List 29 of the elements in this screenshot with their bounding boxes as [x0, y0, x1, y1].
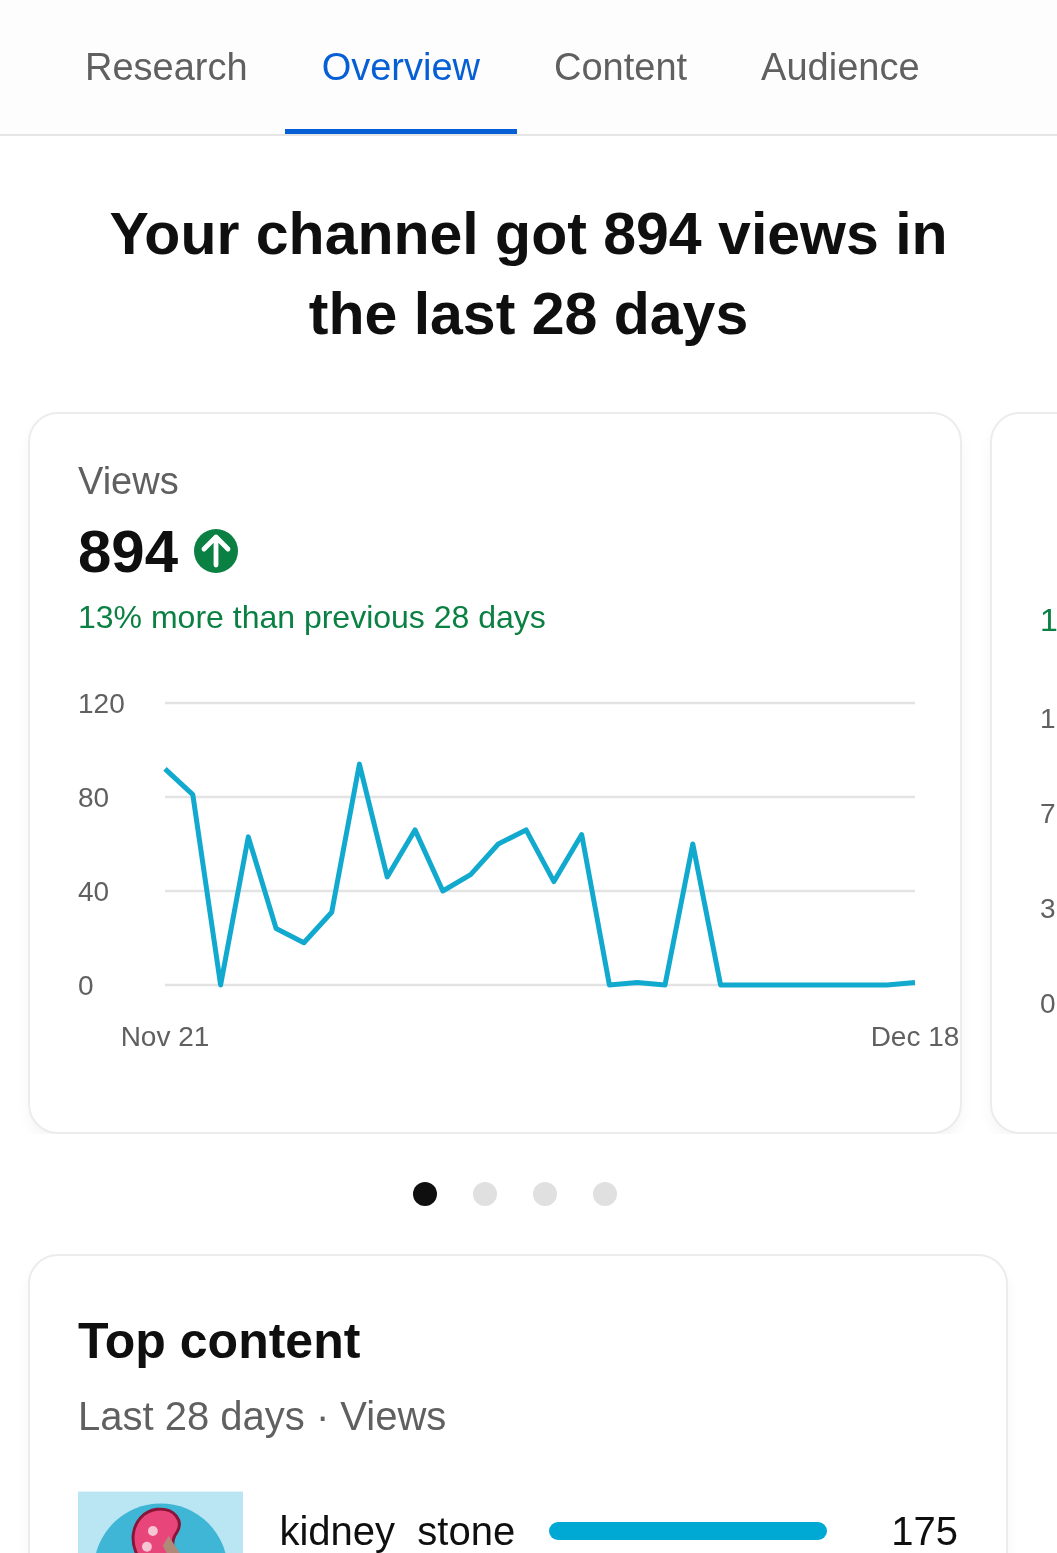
- x-axis-label: Nov 21: [120, 1021, 210, 1052]
- y-axis-label: 80: [78, 782, 110, 813]
- tab[interactable]: Research: [48, 0, 285, 134]
- tab[interactable]: Audience: [724, 0, 957, 134]
- metric-value: 894: [78, 516, 179, 586]
- tab[interactable]: Overview: [284, 0, 517, 134]
- metric-title: Views: [78, 460, 180, 503]
- tab[interactable]: Content: [517, 0, 725, 134]
- kidney-thumbnail[interactable]: [78, 1491, 244, 1553]
- metric-change: 1: [1040, 602, 1057, 639]
- carousel-dot[interactable]: [592, 1182, 617, 1206]
- carousel-dot[interactable]: [472, 1182, 497, 1206]
- views-count: 175: [891, 1511, 958, 1551]
- y-axis-label: 40: [78, 876, 110, 907]
- section-subtitle: Last 28 days · Views: [78, 1394, 448, 1439]
- carousel-dot[interactable]: [532, 1182, 557, 1206]
- y-axis-label: 1: [1040, 703, 1057, 735]
- up-arrow-circle-icon: [194, 529, 239, 573]
- y-axis-label: 120: [78, 688, 125, 719]
- page-headline: Your channel got 894 views in the last 28 days: [108, 200, 949, 349]
- y-axis-label: 7: [1040, 798, 1057, 830]
- x-axis-label: Dec 18: [870, 1021, 960, 1052]
- y-axis-label: 3: [1040, 893, 1057, 925]
- y-axis-label: 0: [1040, 988, 1057, 1020]
- y-axis-label: 0: [78, 970, 94, 1001]
- section-title: Top content: [78, 1312, 362, 1370]
- carousel-dot[interactable]: [412, 1182, 437, 1206]
- metric-change: 13% more than previous 28 days: [78, 599, 547, 636]
- video-title[interactable]: kidney stone: [279, 1508, 516, 1553]
